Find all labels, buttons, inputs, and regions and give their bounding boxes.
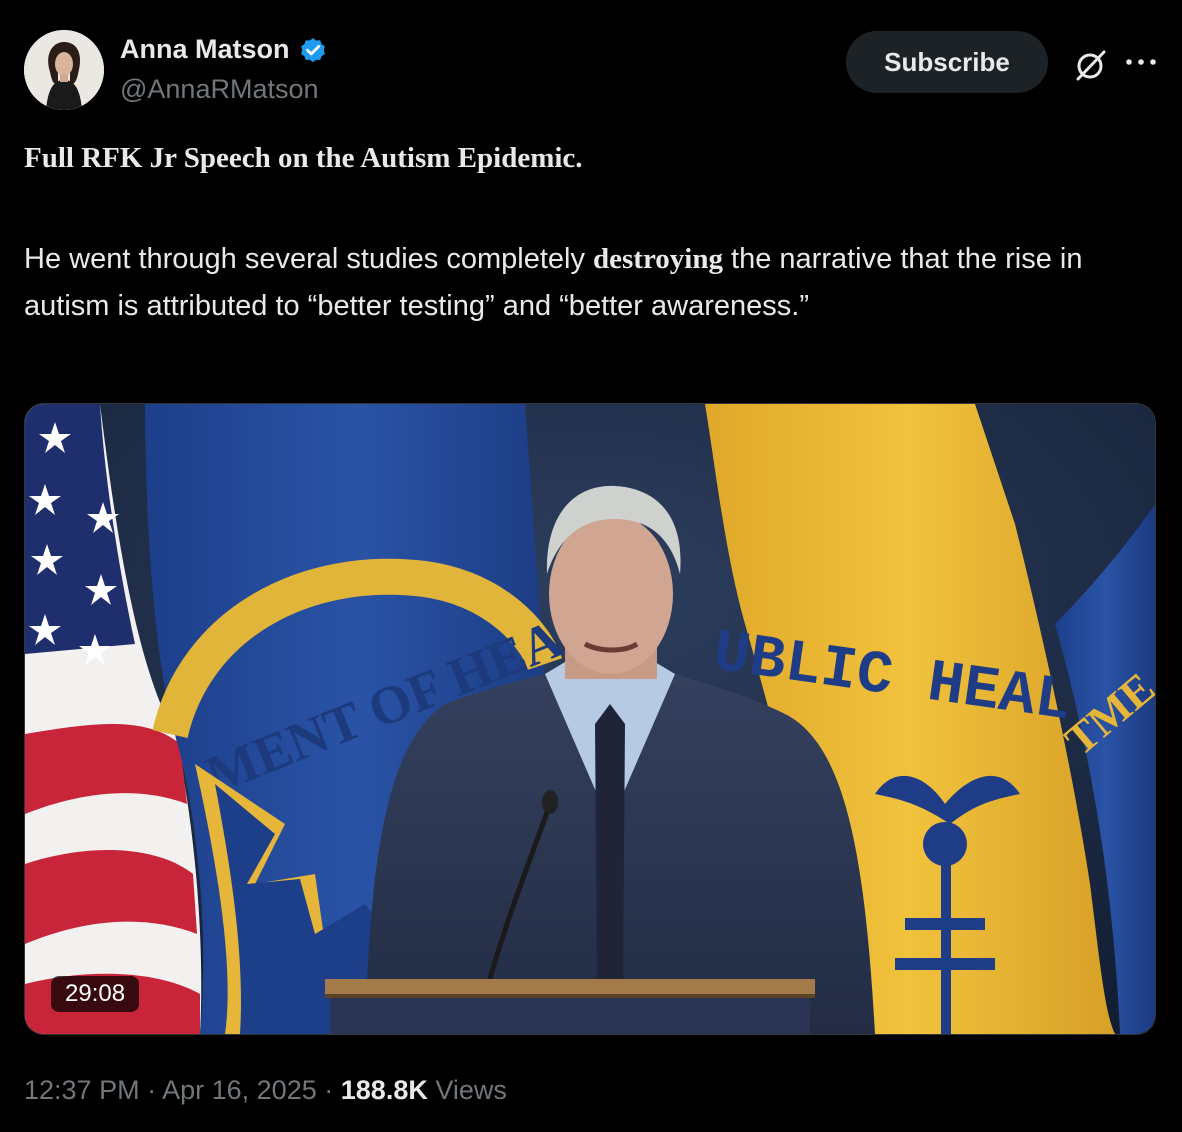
author-avatar[interactable] xyxy=(24,30,104,110)
post-date[interactable]: Apr 16, 2025 xyxy=(162,1075,317,1105)
avatar-image xyxy=(24,30,104,110)
post-time[interactable]: 12:37 PM xyxy=(24,1075,140,1105)
author-name[interactable]: Anna Matson xyxy=(120,34,290,65)
author-handle[interactable]: @AnnaRMatson xyxy=(120,74,319,105)
post-headline: Full RFK Jr Speech on the Autism Epidemi… xyxy=(24,142,583,174)
video-duration: 29:08 xyxy=(51,976,140,1012)
verified-badge-icon xyxy=(300,37,325,62)
video-player[interactable]: MENT OF HEA UBLIC HEALTH TME 29:08 xyxy=(24,403,1156,1035)
more-options-icon[interactable] xyxy=(1124,50,1158,74)
views-count: 188.8K xyxy=(340,1075,428,1105)
video-thumbnail: MENT OF HEA UBLIC HEALTH TME xyxy=(25,404,1155,1034)
grok-icon[interactable] xyxy=(1074,48,1108,82)
meta-separator: · xyxy=(147,1075,157,1105)
meta-separator: · xyxy=(324,1075,334,1105)
post-body: He went through several studies complete… xyxy=(24,236,1144,330)
post-body-emphasis: destroying xyxy=(593,243,723,275)
post-body-start: He went through several studies complete… xyxy=(24,243,594,275)
author-name-row: Anna Matson xyxy=(120,34,328,65)
subscribe-button[interactable]: Subscribe xyxy=(846,31,1048,93)
views-label: Views xyxy=(435,1075,507,1105)
post-metadata: 12:37 PM · Apr 16, 2025 · 188.8K Views xyxy=(24,1075,507,1106)
post-header: Anna Matson @AnnaRMatson Subscribe xyxy=(24,30,1158,110)
